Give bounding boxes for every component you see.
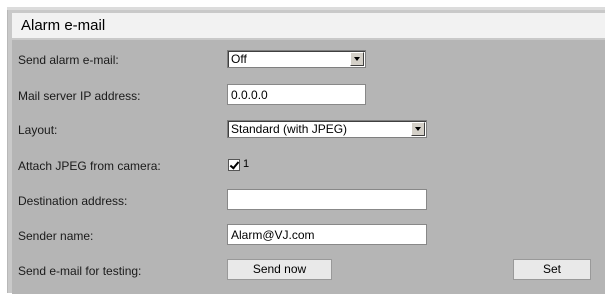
chevron-down-icon[interactable] xyxy=(411,122,425,136)
sender-name-input[interactable]: Alarm@VJ.com xyxy=(227,224,427,245)
sender-name-value: Alarm@VJ.com xyxy=(231,228,315,242)
destination-address-label: Destination address: xyxy=(18,194,128,208)
attach-jpeg-label: Attach JPEG from camera: xyxy=(18,159,161,173)
sender-name-label: Sender name: xyxy=(18,229,94,243)
mail-server-ip-input[interactable]: 0.0.0.0 xyxy=(227,84,366,105)
set-button[interactable]: Set xyxy=(513,259,591,280)
attach-jpeg-checkbox[interactable] xyxy=(228,159,240,171)
send-now-button[interactable]: Send now xyxy=(227,259,332,280)
layout-select[interactable]: Standard (with JPEG) xyxy=(227,120,427,138)
section-header: Alarm e-mail xyxy=(12,13,605,38)
attach-jpeg-camera-number: 1 xyxy=(243,158,250,170)
mail-server-ip-label: Mail server IP address: xyxy=(18,89,141,103)
send-alarm-email-label: Send alarm e-mail: xyxy=(18,53,119,67)
send-alarm-email-value: Off xyxy=(231,52,247,66)
chevron-down-icon[interactable] xyxy=(350,52,364,66)
send-alarm-email-select[interactable]: Off xyxy=(227,50,366,68)
section-title: Alarm e-mail xyxy=(21,17,106,34)
layout-value: Standard (with JPEG) xyxy=(231,122,348,136)
layout-label: Layout: xyxy=(18,123,58,137)
mail-server-ip-value: 0.0.0.0 xyxy=(231,88,268,102)
destination-address-input[interactable] xyxy=(227,189,427,210)
test-email-label: Send e-mail for testing: xyxy=(18,264,142,278)
